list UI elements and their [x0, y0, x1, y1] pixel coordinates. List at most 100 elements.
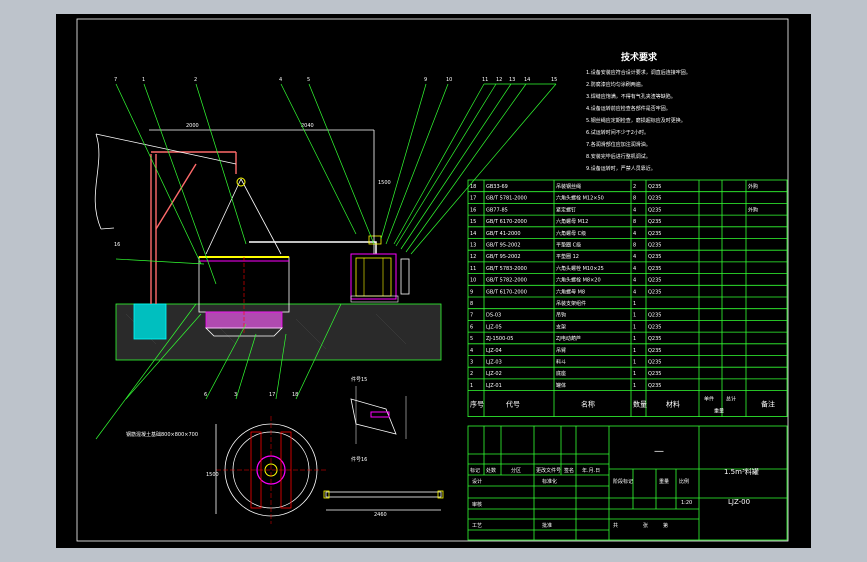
- detail-b: 件号16 2460: [323, 456, 444, 518]
- bom-cell: 12: [470, 254, 476, 260]
- bom-cell: Q235: [648, 313, 661, 319]
- label-mark: 标记: [470, 467, 480, 474]
- bom-cell: 外购: [748, 183, 758, 190]
- tech-item: 1.设备安装应符合设计要求，调直后连接牢固。: [586, 69, 691, 76]
- bom-cell: 2: [470, 371, 473, 377]
- callout-label: 13: [509, 77, 515, 83]
- bom-cell: 料斗: [556, 359, 566, 366]
- bom-cell: Q235: [648, 371, 661, 377]
- title-dash: —: [654, 446, 664, 457]
- bom-cell: 13: [470, 243, 476, 249]
- drawing-sheet: 技术要求 1.设备安装应符合设计要求，调直后连接牢固。 2.防腐漆应均匀涂刷两遍…: [56, 14, 811, 548]
- label-standardize: 标准化: [542, 478, 557, 485]
- bom-cell: GB/T 41-2000: [486, 231, 521, 237]
- bom-cell: 14: [470, 231, 476, 237]
- bom-cell: 4: [633, 231, 636, 237]
- callout-label: 12: [496, 77, 502, 83]
- bom-header-cell: 材料: [666, 400, 680, 409]
- bom-cell: 1: [633, 371, 636, 377]
- bom-cell: 4: [470, 348, 473, 354]
- bom-cell: 8: [633, 196, 636, 202]
- tech-item: 5.钢丝绳应定期检查，磨损超标应及时更换。: [586, 117, 686, 124]
- callout-label: 18: [292, 392, 298, 398]
- drawing-title: 1.5m³料罐: [724, 467, 759, 476]
- jib-crane: [150, 151, 237, 304]
- water-pit: [133, 303, 167, 340]
- callout-label: 17: [269, 392, 275, 398]
- tech-item: 3.焊缝应饱满，不得有气孔夹渣等缺陷。: [586, 93, 676, 100]
- bom-cell: 六角螺母 M8: [556, 288, 585, 295]
- detail-a: 件号15: [350, 376, 407, 444]
- bom-cell: 16: [470, 207, 476, 213]
- bom-cell: Q235: [648, 219, 661, 225]
- bom-cell: 18: [470, 184, 476, 190]
- bom-header-cell: 名称: [581, 400, 595, 409]
- dim-plan: 1500: [206, 472, 219, 478]
- callout-label: 7: [114, 77, 117, 83]
- label-zone: 分区: [511, 467, 521, 474]
- tech-title: 技术要求: [621, 51, 658, 63]
- bom-header-cell: 序号: [470, 400, 484, 409]
- tech-item: 7.各润滑部位应加注润滑油。: [586, 141, 651, 148]
- bom-cell: 六角螺母 M12: [556, 218, 588, 225]
- bom-cell: 1: [633, 336, 636, 342]
- bom-cell: 1: [633, 301, 636, 307]
- detail-a-label: 件号15: [351, 376, 367, 383]
- bom-cell: 吊钩: [556, 312, 566, 319]
- bom-cell: 8: [633, 219, 636, 225]
- label-ratio: 比例: [679, 478, 689, 485]
- bom-cell: GB77-85: [486, 207, 508, 213]
- tech-item: 8.安装完毕后进行整机调试。: [586, 153, 651, 160]
- bom-cell: Q235: [648, 266, 661, 272]
- bom-cell: 1: [633, 313, 636, 319]
- label-approve: 批准: [542, 522, 552, 529]
- bom-cell: 8: [470, 301, 473, 307]
- bom-cell: 底座: [556, 370, 566, 377]
- bom-cell: Q235: [648, 278, 661, 284]
- plan-view: 1500: [206, 416, 326, 524]
- callout-label: 5: [307, 77, 310, 83]
- bom-cell: Q235: [648, 383, 661, 389]
- callout-label: 16: [114, 242, 120, 248]
- bom-cell: 2: [633, 184, 636, 190]
- bom-cell: 15: [470, 219, 476, 225]
- bom-header-cell: 单件: [704, 396, 714, 403]
- label-sign: 签名: [564, 467, 574, 474]
- bom-cell: 吊臂: [556, 347, 566, 354]
- bom-cell: Q235: [648, 207, 661, 213]
- bom-cell: 11: [470, 266, 476, 272]
- label-sheet: 张: [643, 522, 648, 529]
- bom-cell: Q235: [648, 360, 661, 366]
- bom-cell: ZJ-1500-05: [486, 336, 513, 342]
- dim-d3: 1500: [378, 180, 391, 186]
- bom-cell: 罐体: [556, 382, 566, 389]
- bom-cell: 17: [470, 196, 476, 202]
- tech-requirements: 技术要求 1.设备安装应符合设计要求，调直后连接牢固。 2.防腐漆应均匀涂刷两遍…: [586, 51, 691, 172]
- bom-cell: LJZ-04: [486, 348, 502, 354]
- bom-cell: GB/T 5783-2000: [486, 266, 527, 272]
- bom-cell: GB/T 5781-2000: [486, 196, 527, 202]
- callout-label: 10: [446, 77, 452, 83]
- title-block: — 1.5m³料罐 LJZ-00 1:20 标记 处数 分区 更改文件号 签名 …: [467, 425, 788, 541]
- bom-cell: Q235: [648, 289, 661, 295]
- bom-cell: 3: [470, 360, 473, 366]
- bom-cell: Q235: [648, 336, 661, 342]
- bom-cell: 吊装钢丝绳: [556, 183, 581, 190]
- bom-cell: 5: [470, 336, 473, 342]
- bom-cell: GB/T 5782-2000: [486, 278, 527, 284]
- bom-cell: 六角头螺栓 M12×50: [556, 195, 604, 202]
- bom-header-cell: 总计: [726, 396, 736, 403]
- bom-cell: 4: [633, 254, 636, 260]
- tech-item: 9.设备运转时，严禁人员靠近。: [586, 165, 656, 172]
- callout-label: 14: [524, 77, 530, 83]
- bom-cell: Q235: [648, 184, 661, 190]
- hoist-unit: [350, 253, 410, 303]
- label-sheet-total: 共: [613, 522, 618, 529]
- bom-cell: 支架: [556, 323, 566, 330]
- bom-cell: 平垫圈 12: [556, 253, 579, 260]
- bom-cell: Q235: [648, 254, 661, 260]
- bom-cell: 六角螺母 C级: [556, 230, 586, 237]
- bom-cell: GB/T 6170-2000: [486, 289, 527, 295]
- bom-cell: LJZ-02: [486, 371, 502, 377]
- bom-cell: 紧定螺钉: [556, 206, 576, 213]
